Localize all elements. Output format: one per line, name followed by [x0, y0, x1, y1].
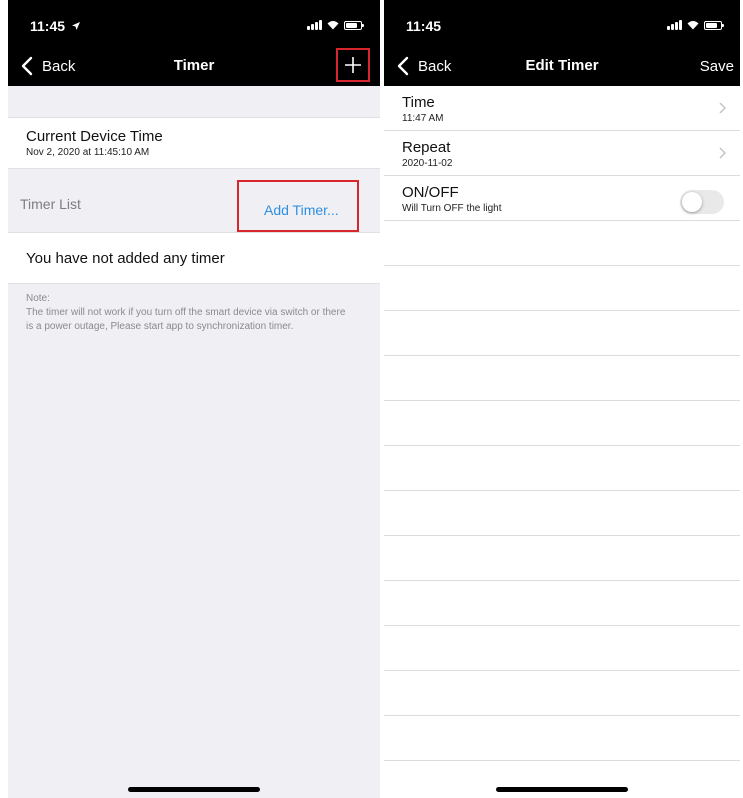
status-icons — [667, 20, 724, 30]
page-title: Timer — [173, 57, 215, 74]
add-timer-highlight: Add Timer... — [237, 180, 359, 232]
add-button[interactable] — [336, 48, 370, 82]
repeat-value: 2020-11-02 — [402, 158, 453, 169]
empty-row — [384, 221, 740, 266]
timer-list-label: Timer List — [20, 196, 81, 212]
empty-row — [384, 626, 740, 671]
save-button[interactable]: Save — [700, 58, 734, 75]
status-icons — [307, 20, 364, 30]
empty-row — [384, 671, 740, 716]
status-time: 11:45 — [406, 18, 442, 34]
location-arrow-icon — [71, 22, 80, 30]
time-label: Time — [402, 94, 435, 111]
device-time-title: Current Device Time — [26, 128, 163, 145]
repeat-row[interactable]: Repeat 2020-11-02 — [384, 131, 740, 176]
empty-row — [384, 356, 740, 401]
empty-row — [384, 446, 740, 491]
chevron-right-icon — [719, 147, 726, 159]
empty-row — [384, 581, 740, 626]
navigation-bar: 11:45 Back Timer — [8, 0, 380, 86]
toggle-knob — [682, 192, 702, 212]
add-timer-button[interactable]: Add Timer... — [264, 202, 339, 218]
onoff-row: ON/OFF Will Turn OFF the light — [384, 176, 740, 221]
chevron-right-icon — [719, 102, 726, 114]
page-title: Edit Timer — [525, 57, 599, 74]
time-row[interactable]: Time 11:47 AM — [384, 86, 740, 131]
signal-icon — [667, 20, 682, 30]
status-time-text: 11:45 — [30, 18, 66, 34]
empty-row — [384, 311, 740, 356]
wifi-icon — [687, 21, 699, 30]
note: Note: The timer will not work if you tur… — [26, 292, 350, 334]
home-indicator[interactable] — [128, 787, 260, 792]
empty-row — [384, 491, 740, 536]
empty-row — [384, 401, 740, 446]
time-value: 11:47 AM — [402, 113, 444, 124]
empty-row — [384, 266, 740, 311]
repeat-label: Repeat — [402, 139, 451, 156]
empty-row — [384, 536, 740, 581]
onoff-toggle[interactable] — [680, 190, 724, 214]
onoff-label: ON/OFF — [402, 184, 459, 201]
navigation-bar: 11:45 Back Edit Timer Save — [384, 0, 740, 86]
onoff-value: Will Turn OFF the light — [402, 203, 502, 214]
empty-timer-cell: You have not added any timer — [8, 232, 380, 284]
plus-icon — [345, 57, 361, 73]
timer-screen: 11:45 Back Timer Current Device Time Nov… — [8, 0, 380, 798]
battery-icon — [704, 21, 724, 30]
home-indicator[interactable] — [496, 787, 628, 792]
empty-row — [384, 716, 740, 761]
battery-icon — [344, 21, 364, 30]
note-body: The timer will not work if you turn off … — [26, 307, 346, 332]
device-time-cell: Current Device Time Nov 2, 2020 at 11:45… — [8, 117, 380, 169]
note-title: Note: — [26, 293, 50, 304]
edit-timer-screen: 11:45 Back Edit Timer Save Time 11:47 AM… — [384, 0, 740, 798]
signal-icon — [307, 20, 322, 30]
wifi-icon — [327, 21, 339, 30]
device-time-value: Nov 2, 2020 at 11:45:10 AM — [26, 147, 150, 158]
status-time: 11:45 — [30, 18, 81, 34]
empty-message: You have not added any timer — [26, 250, 225, 267]
